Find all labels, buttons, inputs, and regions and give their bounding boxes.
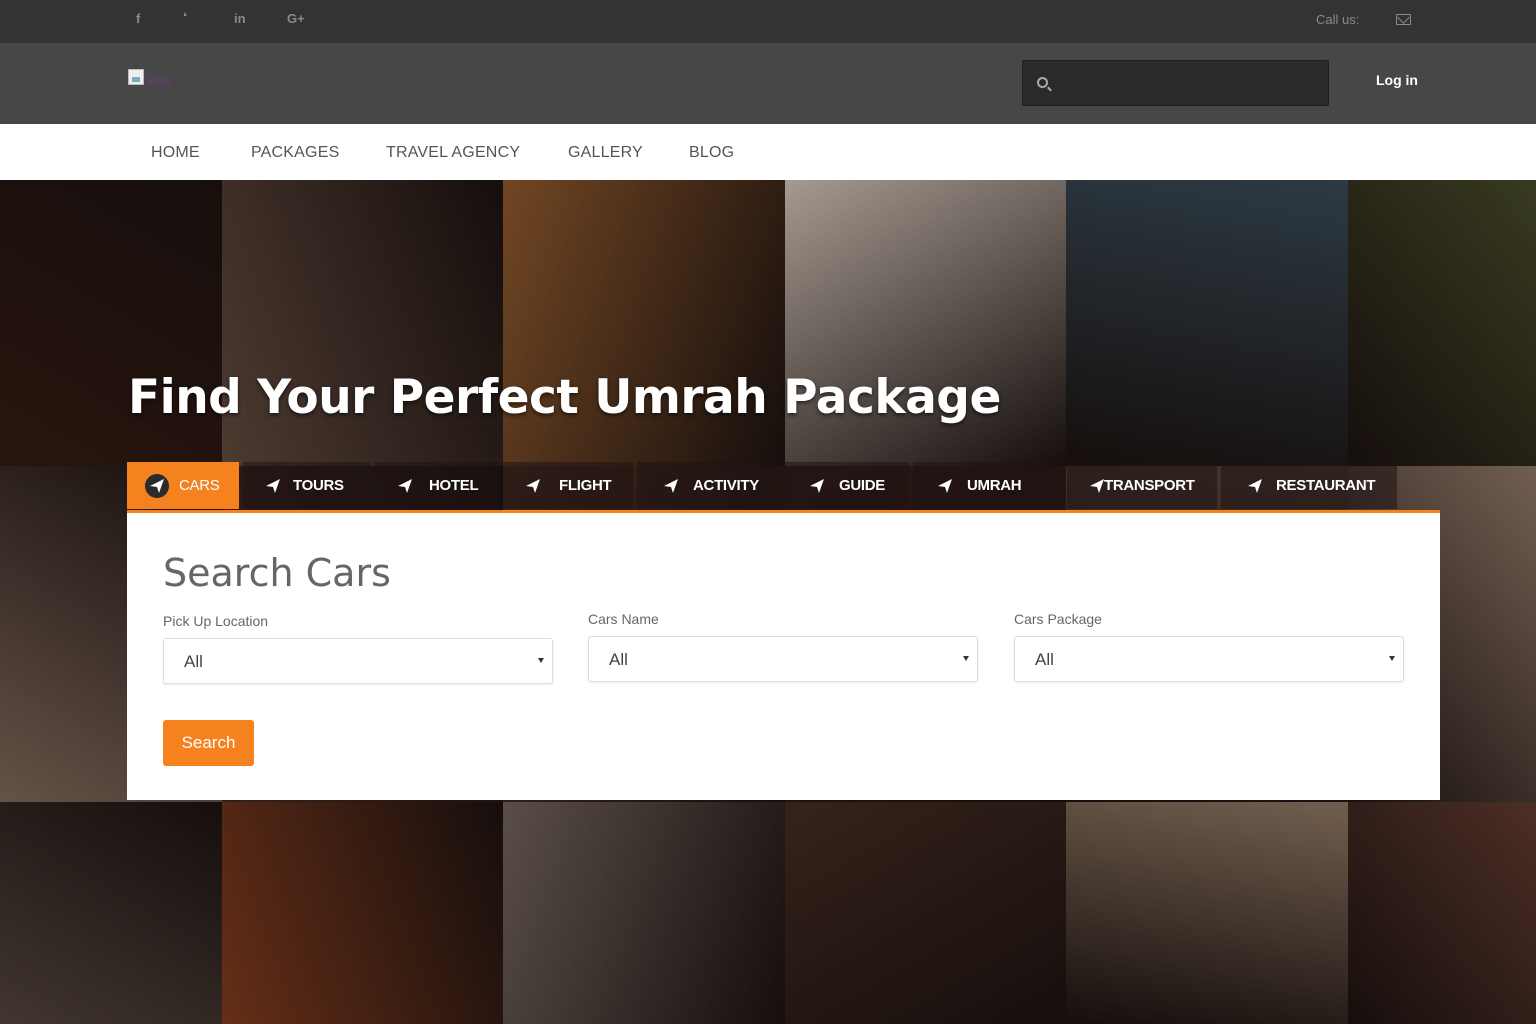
paper-plane-icon	[933, 474, 957, 498]
linkedin-icon[interactable]: in	[234, 11, 246, 26]
call-us-label: Call us:	[1316, 12, 1360, 27]
pickup-location-select[interactable]: All	[163, 638, 553, 684]
select-value: All	[609, 650, 628, 669]
google-plus-icon[interactable]: G+	[287, 11, 305, 26]
tab-label: TRANSPORT	[1104, 477, 1195, 494]
main-nav: HOME PACKAGES TRAVEL AGENCY GALLERY BLOG	[0, 124, 1536, 180]
paper-plane-icon	[1243, 474, 1267, 498]
nav-item-travel-agency[interactable]: TRAVEL AGENCY	[386, 144, 520, 162]
tab-label: GUIDE	[839, 477, 886, 494]
site-logo[interactable]: logo	[128, 69, 188, 93]
dropdown-caret-icon	[963, 656, 969, 661]
mail-icon[interactable]	[1396, 14, 1411, 25]
cars-package-label: Cars Package	[1014, 611, 1102, 627]
nav-item-blog[interactable]: BLOG	[689, 144, 734, 162]
tab-hotel[interactable]: HOTEL	[375, 462, 499, 509]
paper-plane-icon	[145, 474, 169, 498]
nav-item-packages[interactable]: PACKAGES	[251, 144, 339, 162]
tab-guide[interactable]: GUIDE	[783, 462, 909, 509]
header: logo Log in	[0, 43, 1536, 124]
nav-item-gallery[interactable]: GALLERY	[568, 144, 643, 162]
cars-package-select[interactable]: All	[1014, 636, 1404, 682]
search-input[interactable]	[1059, 61, 1324, 105]
search-button[interactable]: Search	[163, 720, 254, 766]
tab-label: UMRAH	[967, 477, 1022, 494]
tab-flight[interactable]: FLIGHT	[503, 462, 633, 509]
paper-plane-icon	[261, 474, 285, 498]
tab-label: FLIGHT	[559, 477, 612, 494]
tab-transport[interactable]: TRANSPORT	[1067, 462, 1217, 509]
tab-cars[interactable]: CARS	[127, 462, 239, 509]
broken-image-icon	[128, 69, 144, 85]
select-value: All	[1035, 650, 1054, 669]
search-panel-title: Search Cars	[163, 551, 391, 595]
paper-plane-icon	[805, 474, 829, 498]
cars-name-label: Cars Name	[588, 611, 659, 627]
site-search[interactable]	[1022, 60, 1329, 106]
pickup-location-label: Pick Up Location	[163, 613, 269, 629]
logo-alt-text: logo	[148, 73, 171, 87]
paper-plane-icon	[521, 474, 545, 498]
tab-label: ACTIVITY	[693, 477, 759, 494]
twitter-icon[interactable]: ❛	[183, 10, 187, 24]
hero-banner: Find Your Perfect Umrah Package CARS TOU…	[0, 180, 1536, 1024]
paper-plane-icon	[393, 474, 417, 498]
top-bar: f ❛ in G+ Call us:	[0, 0, 1536, 43]
tab-restaurant[interactable]: RESTAURANT	[1221, 462, 1397, 509]
tab-activity[interactable]: ACTIVITY	[637, 462, 779, 509]
tab-tours[interactable]: TOURS	[243, 462, 371, 509]
dropdown-caret-icon	[1389, 656, 1395, 661]
nav-item-home[interactable]: HOME	[151, 144, 200, 162]
tab-umrah[interactable]: UMRAH	[913, 462, 1063, 509]
facebook-icon[interactable]: f	[136, 11, 140, 26]
dropdown-caret-icon	[538, 658, 544, 663]
paper-plane-icon	[659, 474, 683, 498]
select-value: All	[184, 652, 203, 671]
hero-title: Find Your Perfect Umrah Package	[128, 370, 1001, 425]
tab-label: HOTEL	[429, 477, 479, 494]
tab-label: TOURS	[293, 477, 344, 494]
tab-label: RESTAURANT	[1276, 477, 1376, 494]
cars-name-select[interactable]: All	[588, 636, 978, 682]
search-icon[interactable]	[1037, 77, 1048, 88]
search-panel: Search Cars Pick Up Location All Cars Na…	[127, 510, 1440, 800]
login-link[interactable]: Log in	[1376, 72, 1418, 88]
tab-label: CARS	[179, 477, 220, 494]
